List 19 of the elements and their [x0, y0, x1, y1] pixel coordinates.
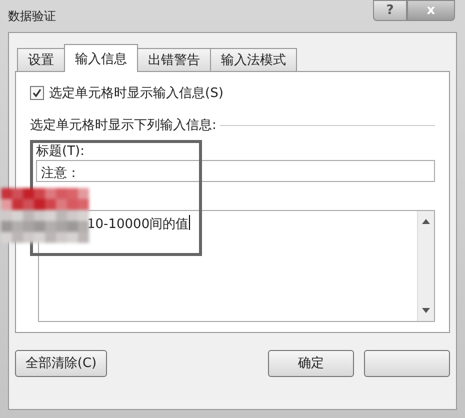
checkbox-label: 选定单元格时显示输入信息(S) [49, 85, 224, 102]
cancel-button[interactable] [364, 350, 450, 376]
window-title: 数据验证 [8, 8, 56, 25]
ok-button[interactable]: 确定 [268, 350, 354, 376]
field-label: 标题(T): [36, 143, 86, 160]
section-label: 选定单元格时显示下列输入信息: [30, 117, 216, 134]
clear-all-button[interactable]: 全部清除(C) [15, 350, 107, 376]
scroll-down-icon[interactable] [422, 308, 430, 313]
message-textarea[interactable]: 10-10000间的值 [38, 210, 435, 322]
scrollbar[interactable] [417, 211, 434, 321]
tab[interactable]: 输入信息 [64, 44, 138, 72]
tab[interactable]: 设置 [17, 48, 65, 71]
tab[interactable]: 输入法模式 [210, 48, 297, 71]
title-input[interactable]: 注意： [36, 160, 435, 182]
message-text: 10-10000间的值 [87, 216, 189, 233]
scroll-up-icon[interactable] [422, 219, 430, 224]
checkbox[interactable] [30, 86, 44, 100]
tab[interactable]: 出错警告 [137, 48, 211, 71]
help-button[interactable]: ? [373, 0, 407, 21]
